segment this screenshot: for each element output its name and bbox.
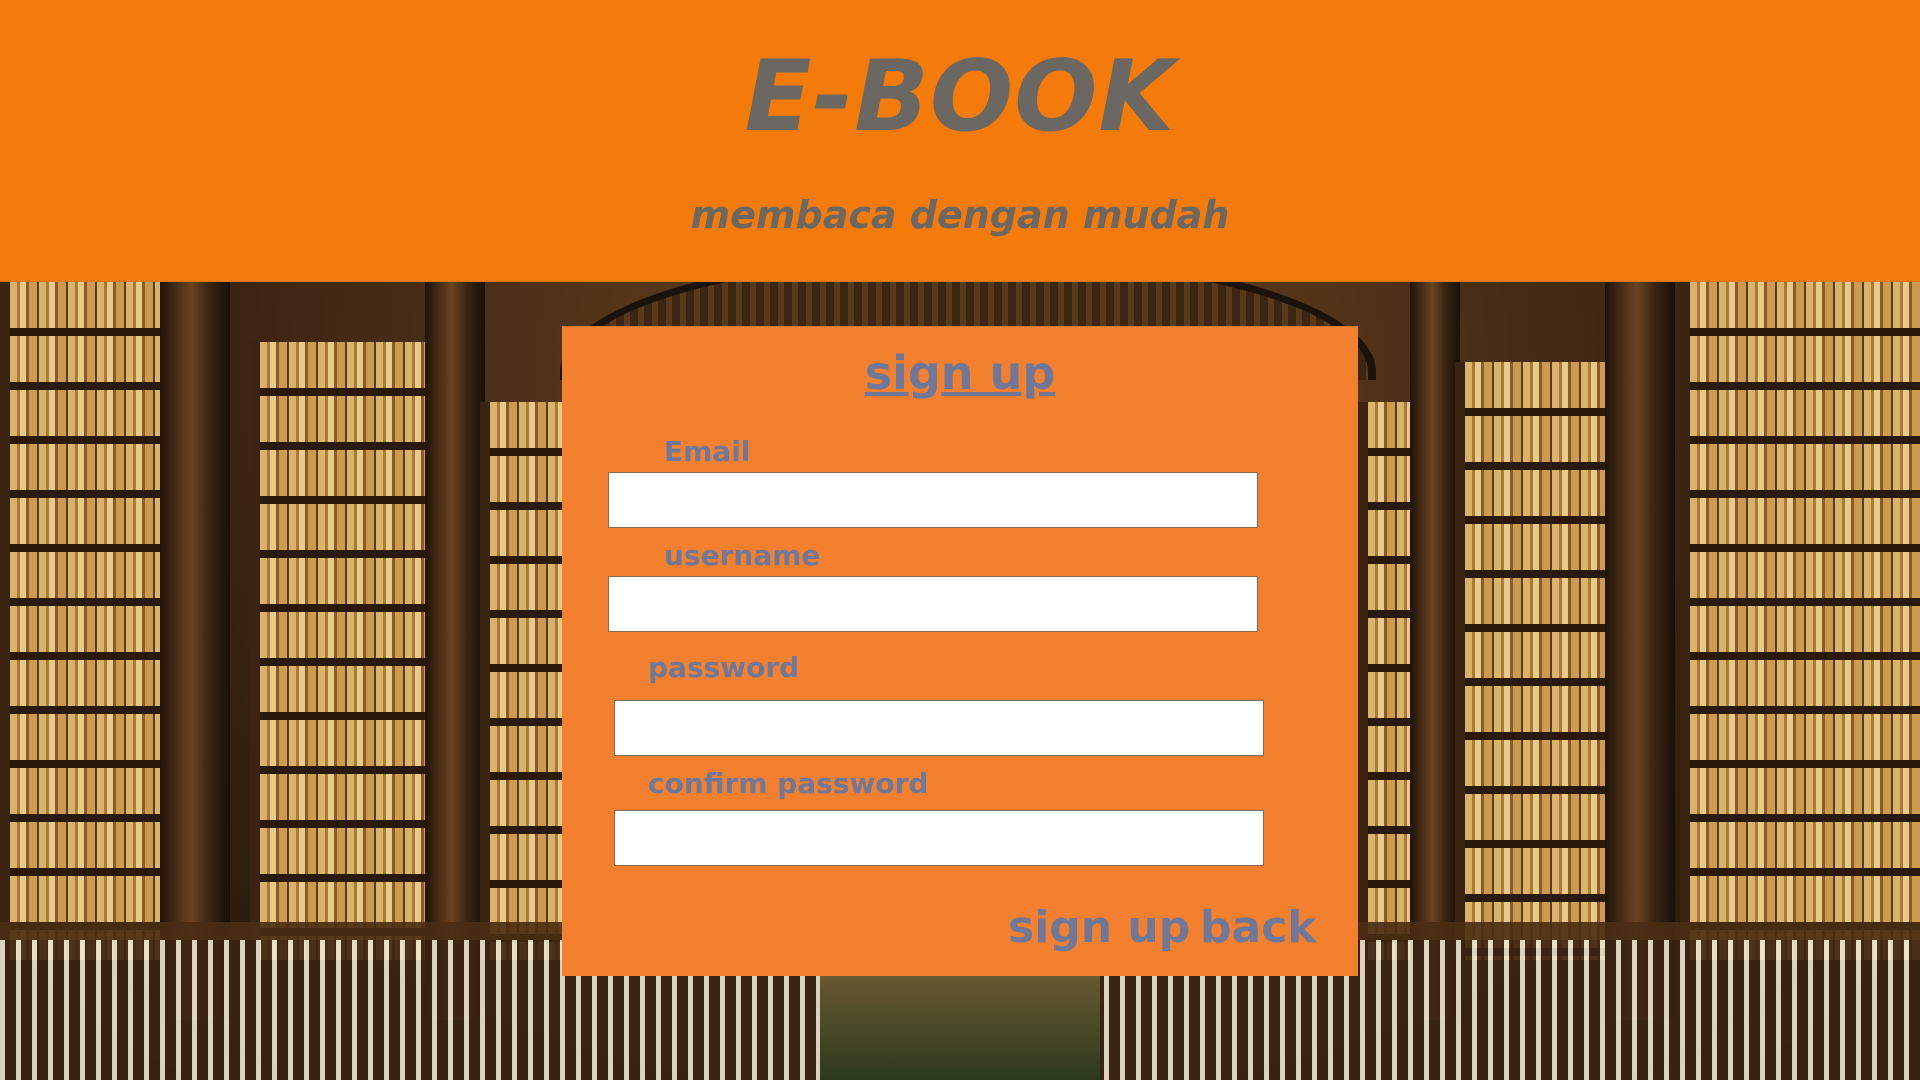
password-field[interactable] <box>614 700 1264 756</box>
form-title: sign up <box>864 346 1056 400</box>
confirm-password-field[interactable] <box>614 810 1264 866</box>
app-subtitle: membaca dengan mudah <box>690 193 1230 237</box>
bookshelf-left <box>0 282 175 960</box>
pillar-right <box>1605 282 1675 1020</box>
password-label: password <box>648 651 800 684</box>
pillar-left <box>160 282 230 1020</box>
bookshelf-right <box>1680 282 1920 960</box>
app-title: E-BOOK <box>744 40 1176 154</box>
username-field[interactable] <box>608 576 1258 632</box>
bookshelf-left-inner <box>250 342 440 960</box>
pillar-left-inner <box>425 282 485 1020</box>
confirm-password-label: confirm password <box>648 767 929 800</box>
corridor-floor <box>820 970 1100 1080</box>
email-label: Email <box>664 435 751 468</box>
signup-form-panel: sign up Email username password confirm … <box>562 326 1358 976</box>
username-label: username <box>664 539 821 572</box>
header-banner: E-BOOK membaca dengan mudah <box>0 0 1920 282</box>
back-button[interactable]: back <box>1200 906 1317 950</box>
bookshelf-right-inner <box>1455 362 1625 960</box>
pillar-right-inner <box>1410 282 1460 1020</box>
email-field[interactable] <box>608 472 1258 528</box>
signup-button[interactable]: sign up <box>1008 906 1190 950</box>
